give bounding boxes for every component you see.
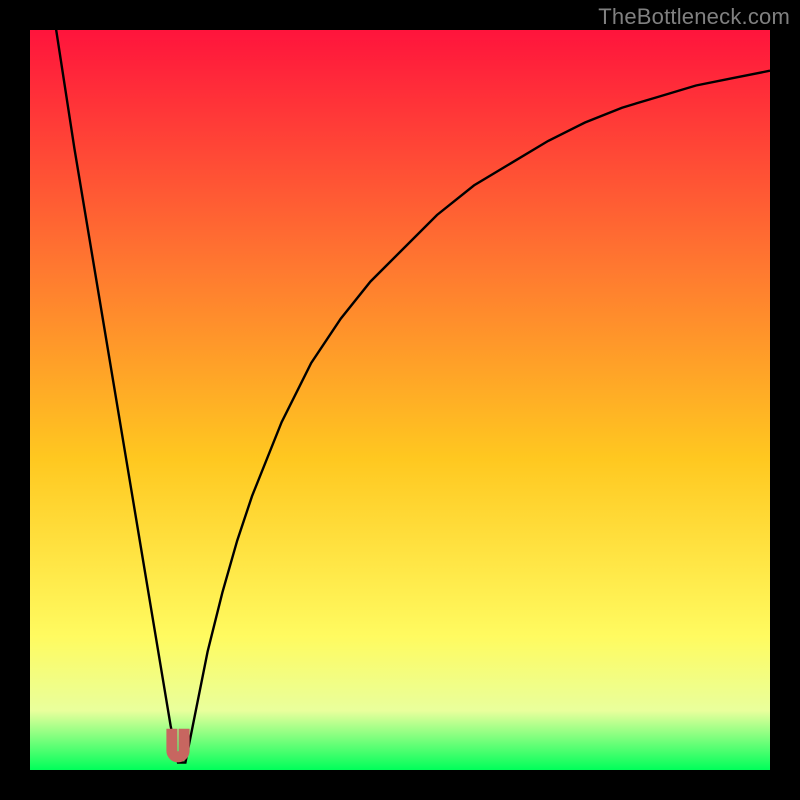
watermark-text: TheBottleneck.com: [598, 4, 790, 30]
gradient-background: [30, 30, 770, 770]
chart-canvas: [30, 30, 770, 770]
outer-frame: TheBottleneck.com: [0, 0, 800, 800]
plot-area: [30, 30, 770, 770]
